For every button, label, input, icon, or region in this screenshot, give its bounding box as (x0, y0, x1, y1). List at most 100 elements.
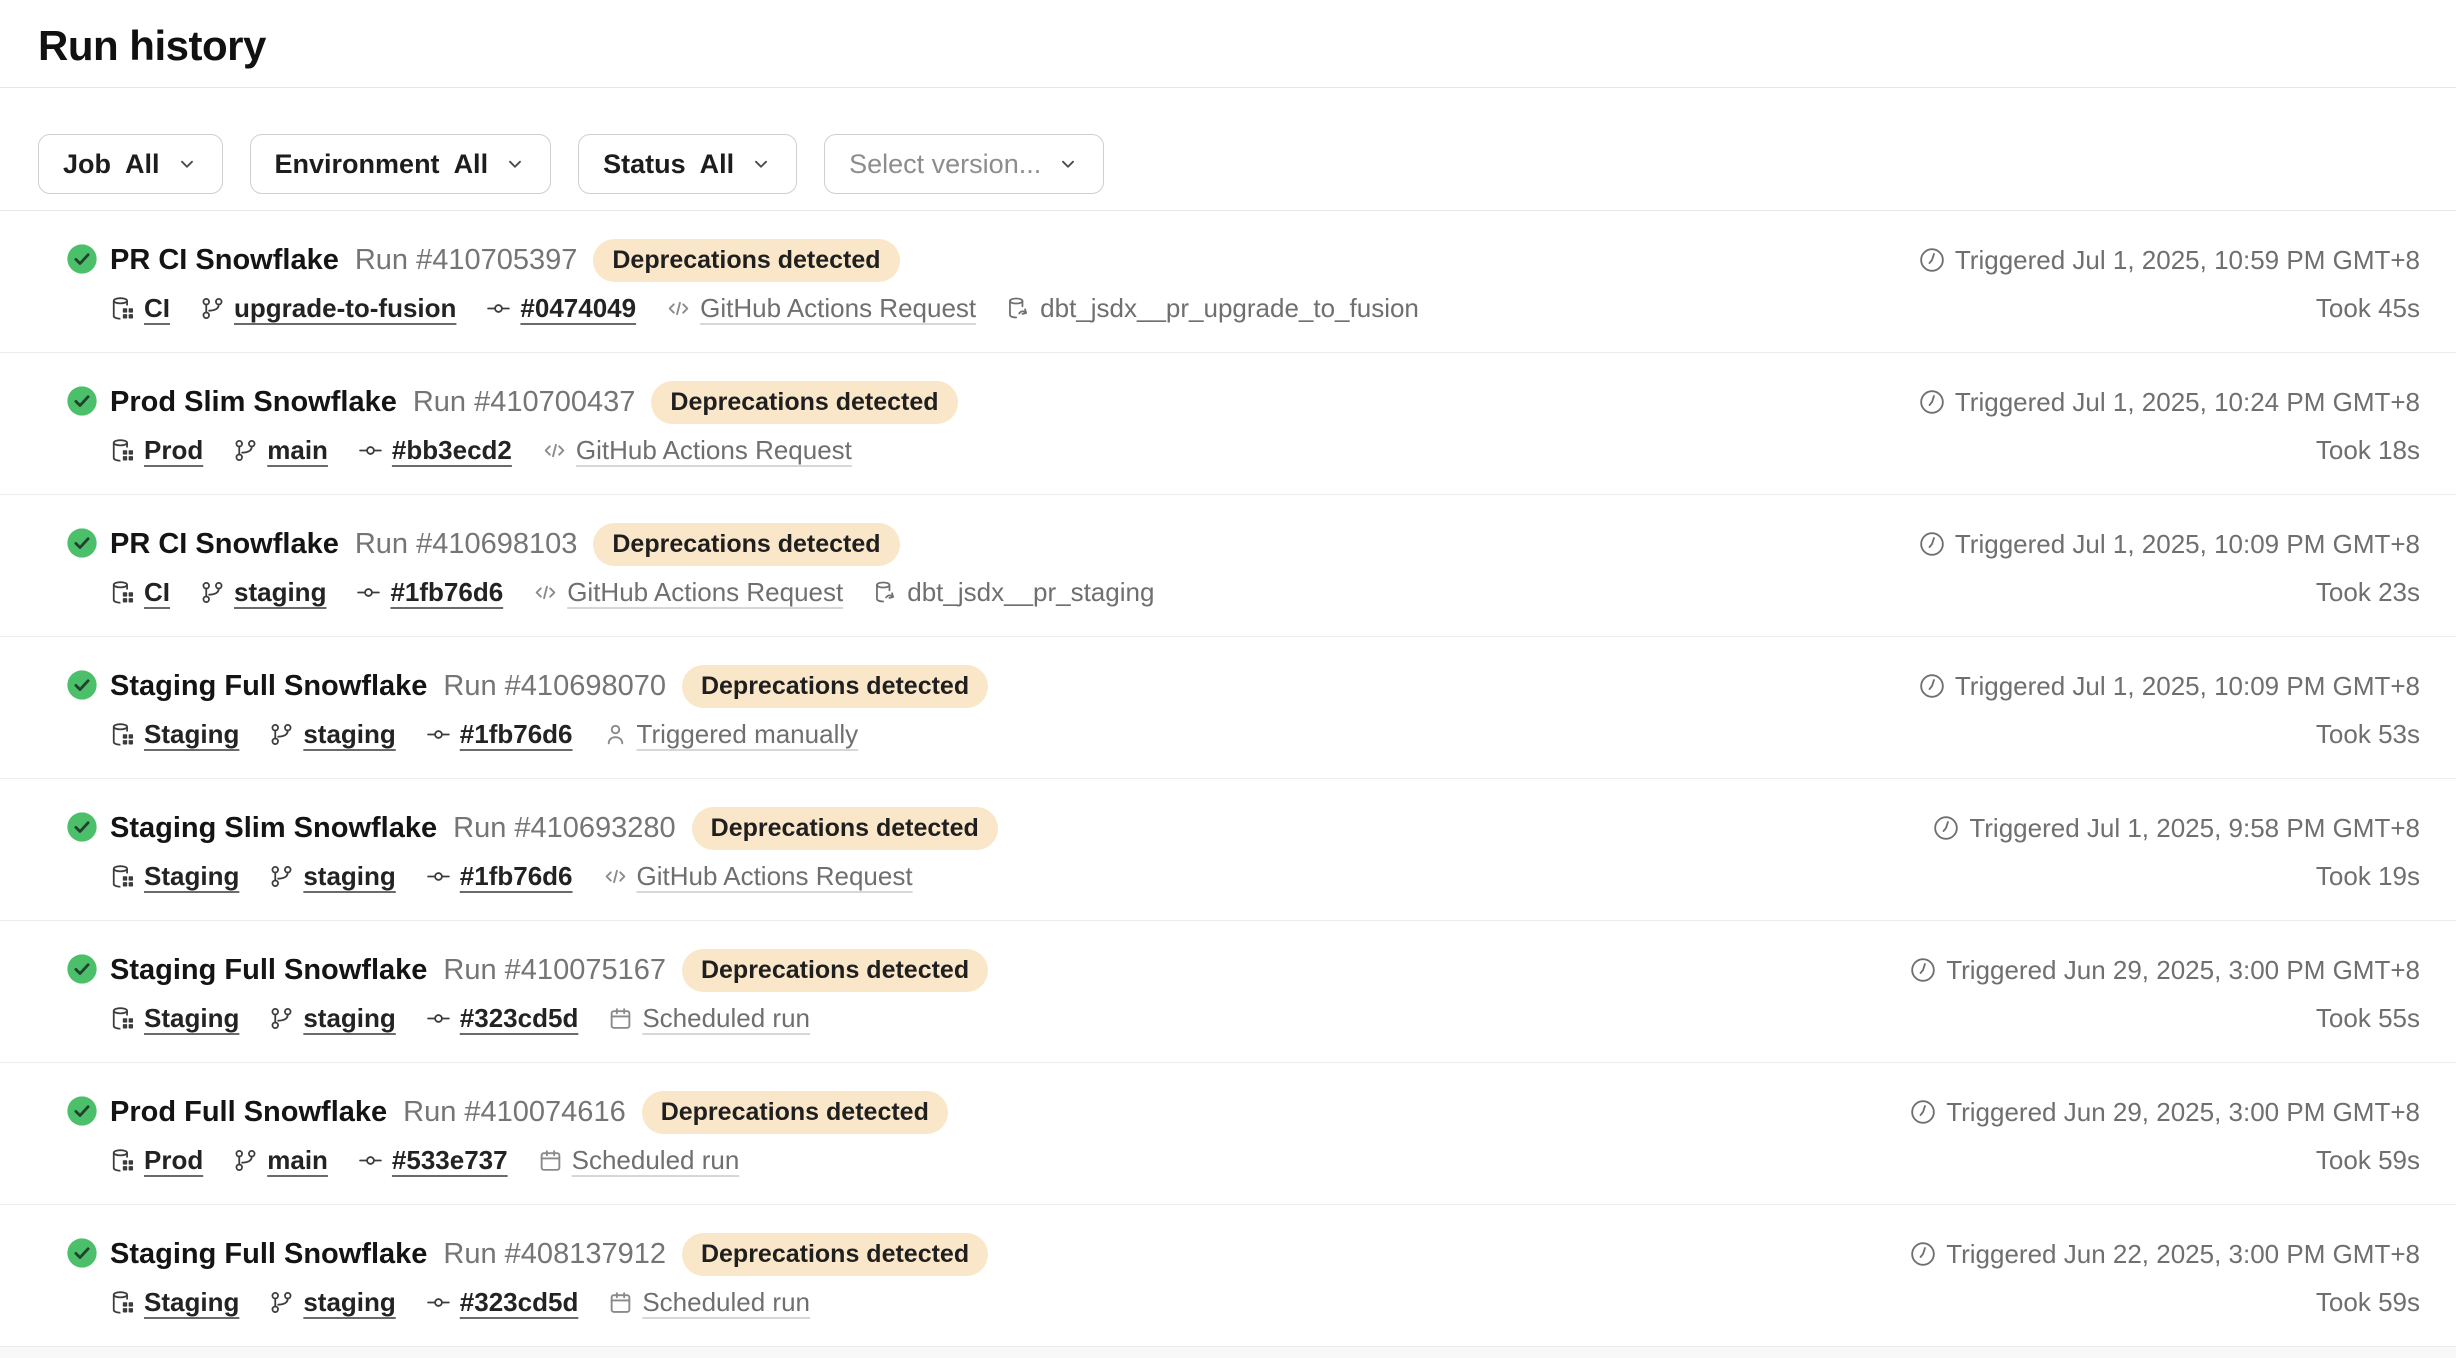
git-commit-icon (426, 1006, 451, 1031)
trigger-label: Scheduled run (572, 1145, 740, 1176)
run-row[interactable]: PR CI Snowflake Run #410698103 Deprecati… (0, 495, 2456, 637)
deprecations-badge: Deprecations detected (593, 523, 899, 566)
run-detail-line: Prod main #bb3ecd2 (110, 432, 958, 468)
triggered-line: Triggered Jul 1, 2025, 10:09 PM GMT+8 (1919, 665, 2420, 707)
environment-link[interactable]: Staging (144, 861, 239, 892)
run-main: PR CI Snowflake Run #410698103 Deprecati… (110, 523, 1154, 610)
branch-link[interactable]: staging (303, 1003, 395, 1034)
environment-item: Staging (110, 719, 239, 750)
run-list: PR CI Snowflake Run #410705397 Deprecati… (0, 210, 2456, 1347)
branch-link[interactable]: main (267, 1145, 328, 1176)
run-history-page: Run history Job All Environment All Stat… (0, 0, 2456, 1354)
environment-filter-button[interactable]: Environment All (250, 134, 552, 194)
environment-link[interactable]: Prod (144, 435, 203, 466)
run-row[interactable]: PR CI Snowflake Run #410705397 Deprecati… (0, 211, 2456, 353)
schema-item: dbt_jsdx__pr_upgrade_to_fusion (1006, 293, 1419, 324)
environment-link[interactable]: Prod (144, 1145, 203, 1176)
page-title: Run history (38, 22, 2418, 70)
branch-item: staging (269, 861, 395, 892)
job-filter-button[interactable]: Job All (38, 134, 223, 194)
run-main: Staging Slim Snowflake Run #410693280 De… (110, 807, 998, 894)
trigger-item: GitHub Actions Request (542, 435, 852, 466)
trigger-item: GitHub Actions Request (666, 293, 976, 324)
run-row[interactable]: Prod Slim Snowflake Run #410700437 Depre… (0, 353, 2456, 495)
run-row[interactable]: Staging Full Snowflake Run #410075167 De… (0, 921, 2456, 1063)
environment-link[interactable]: Staging (144, 1003, 239, 1034)
job-name[interactable]: Staging Full Snowflake (110, 1238, 427, 1271)
branch-link[interactable]: upgrade-to-fusion (234, 293, 456, 324)
environment-link[interactable]: Staging (144, 1287, 239, 1318)
run-main: Prod Slim Snowflake Run #410700437 Depre… (110, 381, 958, 468)
run-row[interactable]: Staging Full Snowflake Run #410698070 De… (0, 637, 2456, 779)
environment-database-icon (110, 438, 135, 463)
triggered-line: Triggered Jul 1, 2025, 10:09 PM GMT+8 (1919, 523, 2420, 565)
triggered-label: Triggered Jun 29, 2025, 3:00 PM GMT+8 (1946, 955, 2420, 986)
job-name[interactable]: Prod Full Snowflake (110, 1096, 387, 1129)
run-detail-line: Staging staging #1fb76d6 (110, 716, 988, 752)
clock-icon (1910, 957, 1936, 983)
git-branch-icon (233, 1148, 258, 1173)
clock-icon (1910, 1241, 1936, 1267)
status-filter-button[interactable]: Status All (578, 134, 797, 194)
took-label: Took 19s (2316, 858, 2420, 894)
triggered-line: Triggered Jun 22, 2025, 3:00 PM GMT+8 (1910, 1233, 2420, 1275)
took-label: Took 59s (2316, 1284, 2420, 1320)
job-name[interactable]: Staging Full Snowflake (110, 670, 427, 703)
run-detail-line: Staging staging #323cd5d (110, 1000, 988, 1036)
deprecations-badge: Deprecations detected (682, 949, 988, 992)
run-row[interactable]: Staging Slim Snowflake Run #410693280 De… (0, 779, 2456, 921)
code-brackets-icon (533, 580, 558, 605)
environment-item: CI (110, 577, 170, 608)
git-commit-icon (358, 438, 383, 463)
git-commit-icon (426, 722, 451, 747)
job-name[interactable]: Staging Full Snowflake (110, 954, 427, 987)
commit-link[interactable]: #1fb76d6 (390, 577, 503, 608)
job-name[interactable]: PR CI Snowflake (110, 244, 339, 277)
branch-link[interactable]: staging (303, 1287, 395, 1318)
clock-icon (1919, 247, 1945, 273)
run-title-line: Staging Full Snowflake Run #410075167 De… (110, 949, 988, 991)
branch-link[interactable]: staging (303, 861, 395, 892)
commit-item: #323cd5d (426, 1003, 579, 1034)
run-row[interactable]: Staging Full Snowflake Run #408137912 De… (0, 1205, 2456, 1347)
clock-icon (1910, 1099, 1936, 1125)
git-branch-icon (233, 438, 258, 463)
commit-link[interactable]: #323cd5d (460, 1003, 579, 1034)
environment-link[interactable]: CI (144, 293, 170, 324)
clock-icon (1933, 815, 1959, 841)
deprecations-badge: Deprecations detected (682, 1233, 988, 1276)
job-name[interactable]: Prod Slim Snowflake (110, 386, 397, 419)
job-filter-value: All (125, 149, 160, 180)
commit-link[interactable]: #533e737 (392, 1145, 508, 1176)
trigger-label: GitHub Actions Request (567, 577, 843, 608)
environment-link[interactable]: Staging (144, 719, 239, 750)
run-number: Run #410074616 (403, 1096, 626, 1129)
run-detail-line: CI staging #1fb76d6 (110, 574, 1154, 610)
branch-item: main (233, 1145, 328, 1176)
branch-item: staging (200, 577, 326, 608)
branch-link[interactable]: staging (234, 577, 326, 608)
git-branch-icon (269, 1290, 294, 1315)
commit-item: #533e737 (358, 1145, 508, 1176)
run-number: Run #410693280 (453, 812, 676, 845)
commit-link[interactable]: #323cd5d (460, 1287, 579, 1318)
commit-link[interactable]: #bb3ecd2 (392, 435, 512, 466)
branch-link[interactable]: staging (303, 719, 395, 750)
calendar-icon (608, 1006, 633, 1031)
clock-icon (1919, 673, 1945, 699)
commit-link[interactable]: #1fb76d6 (460, 719, 573, 750)
run-number: Run #408137912 (443, 1238, 666, 1271)
trigger-item: GitHub Actions Request (603, 861, 913, 892)
job-name[interactable]: Staging Slim Snowflake (110, 812, 437, 845)
environment-link[interactable]: CI (144, 577, 170, 608)
version-select[interactable]: Select version... (824, 134, 1104, 194)
commit-link[interactable]: #0474049 (520, 293, 636, 324)
commit-link[interactable]: #1fb76d6 (460, 861, 573, 892)
deprecations-badge: Deprecations detected (593, 239, 899, 282)
run-row-right: Triggered Jun 29, 2025, 3:00 PM GMT+8 To… (1910, 949, 2420, 1062)
run-row[interactable]: Prod Full Snowflake Run #410074616 Depre… (0, 1063, 2456, 1205)
environment-database-icon (110, 1148, 135, 1173)
job-name[interactable]: PR CI Snowflake (110, 528, 339, 561)
branch-link[interactable]: main (267, 435, 328, 466)
calendar-icon (538, 1148, 563, 1173)
